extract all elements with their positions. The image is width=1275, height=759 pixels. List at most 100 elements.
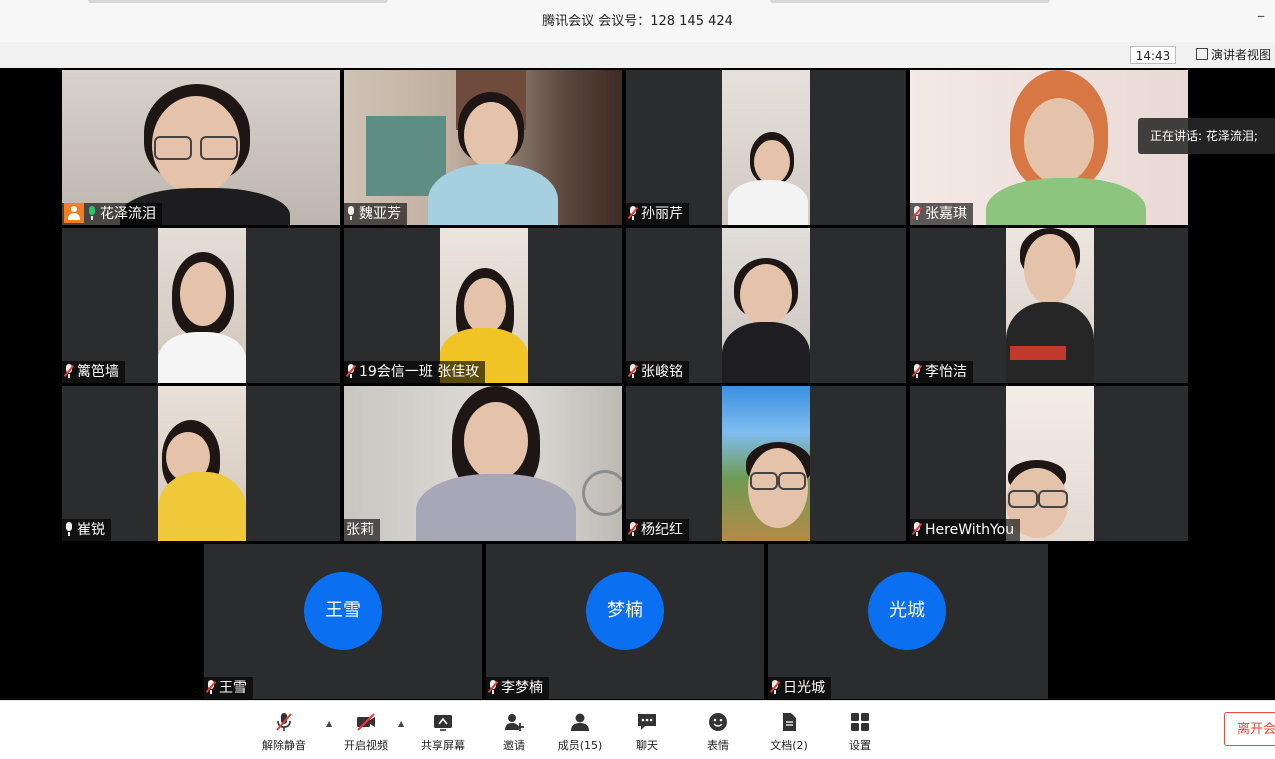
meeting-clock: 14:43 bbox=[1130, 46, 1176, 64]
participant-name-tag: 魏亚芳 bbox=[344, 203, 407, 225]
mic-muted-icon bbox=[769, 680, 781, 694]
participant-avatar: 王雪 bbox=[304, 572, 382, 650]
mic-muted-icon bbox=[63, 364, 75, 378]
participant-tile[interactable]: 光城 日光城 bbox=[768, 544, 1048, 699]
mic-muted-icon bbox=[627, 364, 639, 378]
participant-name: 张莉 bbox=[346, 522, 374, 538]
host-icon bbox=[64, 203, 84, 223]
participant-name-tag: 张莉 bbox=[344, 519, 380, 541]
speaker-view-label: 演讲者视图 bbox=[1211, 48, 1272, 62]
settings-button[interactable]: 设置 bbox=[832, 711, 888, 753]
participant-tile[interactable]: 魏亚芳 bbox=[344, 70, 622, 225]
participant-name: 李怡洁 bbox=[925, 364, 967, 380]
participant-tile[interactable]: 花泽流泪 bbox=[62, 70, 340, 225]
reactions-label: 表情 bbox=[707, 739, 729, 752]
participant-name-tag: 杨纪红 bbox=[626, 519, 689, 541]
mic-muted-icon bbox=[345, 364, 357, 378]
participant-video bbox=[1006, 386, 1094, 541]
participant-tile[interactable]: 张峻铭 bbox=[626, 228, 906, 383]
participant-video bbox=[158, 228, 246, 383]
participant-name-tag: 篱笆墙 bbox=[62, 361, 125, 383]
mic-muted-icon bbox=[911, 206, 923, 220]
share-screen-label: 共享屏幕 bbox=[421, 739, 465, 752]
members-button[interactable]: 成员(15) bbox=[552, 711, 608, 753]
video-options-caret[interactable]: ▲ bbox=[398, 719, 404, 728]
participant-video bbox=[344, 70, 622, 225]
participant-video bbox=[158, 386, 246, 541]
reactions-button[interactable]: 表情 bbox=[690, 711, 746, 753]
meeting-title: 腾讯会议 会议号：128 145 424 bbox=[542, 14, 733, 29]
participant-name-tag: 李梦楠 bbox=[486, 677, 549, 699]
chat-label: 聊天 bbox=[636, 739, 658, 752]
speaker-view-button[interactable]: 演讲者视图 bbox=[1196, 46, 1271, 64]
mic-muted-icon bbox=[911, 364, 923, 378]
grid-view-icon bbox=[1196, 48, 1208, 60]
participant-name-tag: HereWithYou bbox=[910, 519, 1021, 541]
mic-muted-icon bbox=[205, 680, 217, 694]
participant-name: 日光城 bbox=[783, 680, 825, 696]
start-video-button[interactable]: 开启视频 bbox=[338, 711, 394, 753]
participant-video bbox=[722, 70, 810, 225]
chat-button[interactable]: 聊天 bbox=[619, 711, 675, 753]
start-video-label: 开启视频 bbox=[344, 739, 388, 752]
settings-label: 设置 bbox=[849, 739, 871, 752]
participant-name-tag: 张峻铭 bbox=[626, 361, 689, 383]
titlebar-decoration bbox=[770, 0, 1050, 3]
invite-button[interactable]: 邀请 bbox=[486, 711, 542, 753]
unmute-label: 解除静音 bbox=[262, 739, 306, 752]
participant-tile[interactable]: 19会信一班 张佳玫 bbox=[344, 228, 622, 383]
mic-muted-icon bbox=[276, 713, 292, 731]
participant-name-tag: 19会信一班 张佳玫 bbox=[344, 361, 486, 383]
participant-name: 19会信一班 张佳玫 bbox=[359, 364, 480, 380]
minimize-button[interactable]: – bbox=[1257, 6, 1265, 25]
participant-name: HereWithYou bbox=[925, 522, 1015, 538]
settings-grid-icon bbox=[851, 713, 869, 731]
participant-name: 张嘉琪 bbox=[925, 206, 967, 222]
participant-name: 李梦楠 bbox=[501, 680, 543, 696]
participant-name-tag: 日光城 bbox=[768, 677, 831, 699]
participant-name: 魏亚芳 bbox=[359, 206, 401, 222]
leave-meeting-button[interactable]: 离开会 bbox=[1224, 712, 1275, 746]
participant-name-tag: 崔锐 bbox=[62, 519, 111, 541]
mic-on-icon bbox=[346, 206, 356, 220]
participant-name: 王雪 bbox=[219, 680, 247, 696]
mic-muted-icon bbox=[627, 522, 639, 536]
participant-tile[interactable]: 张莉 bbox=[344, 386, 622, 541]
video-off-icon bbox=[357, 713, 375, 731]
participant-name-tag: 李怡洁 bbox=[910, 361, 973, 383]
mic-muted-icon bbox=[487, 680, 499, 694]
window-titlebar: 腾讯会议 会议号：128 145 424 – bbox=[0, 0, 1275, 42]
participant-video bbox=[722, 228, 810, 383]
participant-name: 崔锐 bbox=[77, 522, 105, 538]
mic-muted-icon bbox=[911, 522, 923, 536]
participant-name: 篱笆墙 bbox=[77, 364, 119, 380]
documents-button[interactable]: 文档(2) bbox=[761, 711, 817, 753]
meeting-toolbar: 解除静音 ▲ 开启视频 ▲ 共享屏幕 邀请 成员(15) 聊天 表情 文档(2)… bbox=[0, 700, 1275, 759]
participant-name: 孙丽芹 bbox=[641, 206, 683, 222]
participant-name: 张峻铭 bbox=[641, 364, 683, 380]
participant-tile[interactable]: 孙丽芹 bbox=[626, 70, 906, 225]
participant-tile[interactable]: HereWithYou bbox=[910, 386, 1188, 541]
video-grid: 花泽流泪 魏亚芳 孙丽芹 张嘉琪 篱笆墙 19会信一班 张佳玫 张峻铭 李怡洁 … bbox=[0, 68, 1275, 700]
participant-tile[interactable]: 崔锐 bbox=[62, 386, 340, 541]
participant-tile[interactable]: 篱笆墙 bbox=[62, 228, 340, 383]
documents-label: 文档(2) bbox=[770, 739, 808, 752]
mic-on-icon bbox=[87, 206, 97, 220]
members-icon bbox=[571, 713, 589, 731]
speaking-indicator: 正在讲话: 花泽流泪; bbox=[1138, 118, 1275, 154]
mic-muted-icon bbox=[627, 206, 639, 220]
members-label: 成员(15) bbox=[557, 739, 603, 752]
participant-tile[interactable]: 李怡洁 bbox=[910, 228, 1188, 383]
participant-tile[interactable]: 杨纪红 bbox=[626, 386, 906, 541]
participant-tile[interactable]: 梦楠 李梦楠 bbox=[486, 544, 764, 699]
audio-options-caret[interactable]: ▲ bbox=[326, 719, 332, 728]
participant-tile[interactable]: 王雪 王雪 bbox=[204, 544, 482, 699]
unmute-button[interactable]: 解除静音 bbox=[256, 711, 312, 753]
chat-icon bbox=[638, 714, 656, 730]
mic-on-icon bbox=[64, 522, 74, 536]
participant-video bbox=[344, 386, 622, 541]
participant-name: 杨纪红 bbox=[641, 522, 683, 538]
participant-name-tag: 花泽流泪 bbox=[62, 203, 162, 225]
participant-video bbox=[1006, 228, 1094, 383]
share-screen-button[interactable]: 共享屏幕 bbox=[415, 711, 471, 753]
